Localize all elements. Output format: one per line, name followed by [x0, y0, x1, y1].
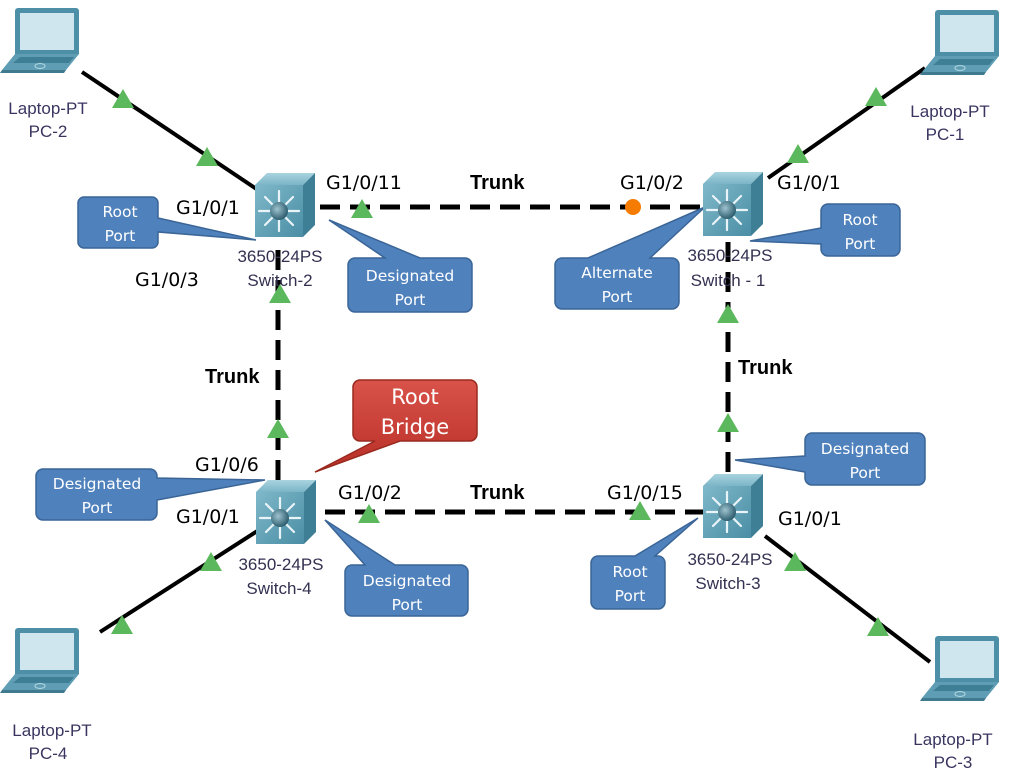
switch-4[interactable]: 3650-24PS Switch-4 [238, 478, 324, 598]
multilayer-switch-icon [701, 472, 765, 540]
callout-line1: Root [612, 563, 647, 581]
device-name-label: PC-1 [926, 125, 965, 144]
callout-line2: Port [602, 288, 633, 306]
laptop-pc2[interactable]: Laptop-PT PC-2 [0, 7, 88, 141]
callout-line1: Alternate [581, 264, 653, 282]
trunk-label-left: Trunk [205, 366, 260, 388]
link-up-indicator [717, 304, 739, 323]
laptop-icon [0, 7, 80, 74]
switch-model-label: 3650-24PS [237, 247, 322, 266]
switch-model-label: 3650-24PS [687, 550, 772, 569]
port-label: G1/0/6 [195, 454, 259, 476]
port-label: G1/0/1 [176, 197, 240, 219]
switch-1[interactable]: 3650-24PS Switch - 1 [687, 170, 773, 290]
callout-sw3-designated-port: Designated Port [734, 432, 926, 486]
port-label: G1/0/2 [620, 172, 684, 194]
switch-name-label: Switch-2 [247, 271, 312, 290]
switch-name-label: Switch-3 [695, 574, 760, 593]
switch-3[interactable]: 3650-24PS Switch-3 [687, 472, 773, 593]
link-pc3-sw3[interactable] [763, 534, 932, 664]
port-label: G1/0/1 [778, 508, 842, 530]
device-name-label: PC-4 [29, 744, 68, 763]
port-label: G1/0/1 [176, 506, 240, 528]
device-type-label: Laptop-PT [8, 99, 87, 118]
callout-line1: Designated [366, 267, 454, 285]
multilayer-switch-icon [253, 171, 317, 239]
laptop-icon [919, 9, 1000, 76]
callout-sw3-root-port: Root Port [590, 517, 699, 610]
multilayer-switch-icon [701, 170, 765, 238]
callout-line2: Port [105, 227, 136, 245]
callout-line2: Port [392, 596, 423, 614]
callout-line2: Port [615, 587, 646, 605]
laptop-pc4[interactable]: Laptop-PT PC-4 [0, 627, 92, 763]
trunk-label-top: Trunk [470, 172, 525, 194]
laptop-icon [919, 635, 1000, 702]
port-label: G1/0/3 [135, 269, 199, 291]
callout-sw2-designated-port: Designated Port [328, 219, 473, 313]
trunk-label-right: Trunk [738, 357, 793, 379]
callout-line2: Bridge [381, 415, 449, 439]
laptop-pc1[interactable]: Laptop-PT PC-1 [910, 9, 1000, 144]
port-label: G1/0/15 [607, 482, 683, 504]
link-up-indicator [267, 419, 289, 438]
port-label: G1/0/2 [338, 482, 402, 504]
device-type-label: Laptop-PT [12, 721, 91, 740]
callout-line1: Designated [53, 475, 141, 493]
link-up-indicator [717, 413, 739, 432]
callout-line1: Root [842, 211, 877, 229]
callout-line1: Designated [363, 572, 451, 590]
callout-line2: Port [395, 291, 426, 309]
link-pc4-sw4[interactable] [98, 526, 264, 634]
multilayer-switch-icon [254, 478, 318, 546]
trunk-label-bottom: Trunk [470, 482, 525, 504]
callout-sw1-alternate-port: Alternate Port [554, 206, 706, 310]
device-type-label: Laptop-PT [913, 730, 992, 749]
callout-sw4-designated-port-right: Designated Port [324, 519, 469, 617]
callout-line2: Port [82, 499, 113, 517]
callout-line1: Designated [821, 440, 909, 458]
switch-name-label: Switch - 1 [691, 271, 766, 290]
device-name-label: PC-3 [934, 753, 973, 772]
laptop-pc3[interactable]: Laptop-PT PC-3 [913, 635, 1000, 772]
switch-model-label: 3650-24PS [238, 555, 323, 574]
link-up-indicator [112, 89, 134, 108]
laptop-icon [0, 627, 80, 694]
device-name-label: PC-2 [29, 122, 68, 141]
callout-line1: Root [102, 203, 137, 221]
port-label: G1/0/11 [326, 172, 402, 194]
port-label: G1/0/1 [777, 172, 841, 194]
device-type-label: Laptop-PT [910, 102, 989, 121]
switch-model-label: 3650-24PS [687, 246, 772, 265]
callout-line1: Root [391, 385, 439, 409]
switch-2[interactable]: 3650-24PS Switch-2 [237, 171, 323, 290]
link-pc2-sw2[interactable] [80, 70, 260, 192]
link-blocked-indicator [625, 199, 641, 215]
callout-root-bridge: Root Bridge [314, 379, 478, 473]
stp-topology-diagram: Laptop-PT PC-2 Laptop-PT PC-1 Laptop-PT … [0, 7, 1000, 772]
callout-line2: Port [850, 464, 881, 482]
callout-line2: Port [845, 235, 876, 253]
switch-name-label: Switch-4 [246, 579, 311, 598]
